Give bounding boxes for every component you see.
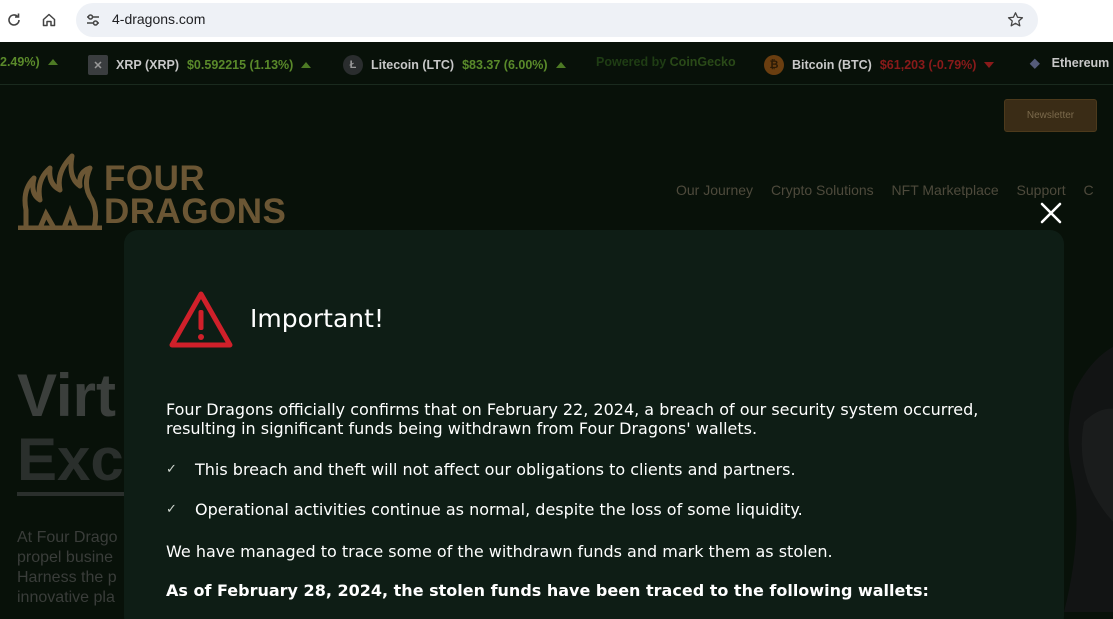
check-item: ✓ Operational activities continue as nor… [166, 500, 803, 519]
home-icon[interactable] [38, 9, 60, 31]
crypto-ticker: 2.49%) ✕ XRP (XRP) $0.592215 (1.13%) Ł L… [0, 42, 1113, 85]
ticker-item[interactable]: 2.49%) [0, 55, 58, 69]
ticker-price: $61,203 (-0.79%) [879, 58, 977, 72]
arrow-up-icon [301, 62, 312, 68]
ethereum-icon: ◆ [1030, 56, 1040, 70]
xrp-coin-icon: ✕ [88, 55, 108, 75]
checkmark-icon: ✓ [166, 502, 177, 517]
powered-prefix: Powered by [596, 55, 667, 69]
ticker-name: Bitcoin (BTC) [792, 58, 872, 72]
ticker-item-btc[interactable]: ₿ Bitcoin (BTC) $61,203 (-0.79%) [764, 55, 995, 75]
ticker-item-eth[interactable]: ◆ Ethereum [1030, 55, 1110, 71]
warning-triangle-icon [168, 290, 234, 354]
modal-intro: Four Dragons officially confirms that on… [166, 400, 979, 438]
check-item-text: This breach and theft will not affect ou… [195, 460, 796, 479]
hero-title-line-2: Exc [17, 426, 124, 493]
trace-text: We have managed to trace some of the wit… [166, 542, 833, 561]
browser-toolbar: 4-dragons.com [0, 0, 1113, 42]
dragon-logo-icon[interactable] [16, 150, 102, 234]
bitcoin-icon: ₿ [764, 55, 784, 75]
powered-by-coingecko[interactable]: Powered by CoinGecko [596, 55, 736, 69]
menu-item-support[interactable]: Support [1017, 182, 1066, 198]
hero-title-line-1: Virt [17, 362, 116, 429]
url-text[interactable]: 4-dragons.com [112, 11, 205, 27]
menu-item-partial[interactable]: C [1083, 182, 1093, 198]
ticker-name: Litecoin (LTC) [371, 58, 455, 72]
dragon-illustration [1064, 346, 1113, 612]
address-bar[interactable]: 4-dragons.com [76, 3, 1038, 37]
main-menu: Our Journey Crypto Solutions NFT Marketp… [676, 182, 1108, 198]
traced-wallets-heading: As of February 28, 2024, the stolen fund… [166, 581, 929, 600]
checkmark-icon: ✓ [166, 462, 177, 477]
bookmark-star-icon[interactable] [1007, 11, 1024, 32]
logo-line-2: DRAGONS [104, 192, 287, 231]
reload-icon[interactable] [3, 9, 25, 31]
arrow-down-icon [984, 62, 995, 68]
arrow-up-icon [555, 62, 566, 68]
logo-line-1: FOUR [104, 159, 206, 198]
ticker-name: XRP (XRP) [116, 58, 179, 72]
ticker-price: $83.37 (6.00%) [462, 58, 548, 72]
ticker-item-ltc[interactable]: Ł Litecoin (LTC) $83.37 (6.00%) [343, 55, 566, 75]
site-settings-icon[interactable] [85, 12, 101, 32]
hero-paragraph: At Four Drago propel busine Harness the … [17, 528, 127, 608]
close-icon[interactable] [1038, 200, 1064, 226]
newsletter-button[interactable]: Newsletter [1004, 99, 1097, 132]
ticker-price: $0.592215 (1.13%) [186, 58, 294, 72]
litecoin-icon: Ł [343, 55, 363, 75]
hero-title: Virt Exc [17, 364, 124, 492]
important-notice-modal: Important! Four Dragons officially confi… [124, 230, 1064, 619]
ticker-item-xrp[interactable]: ✕ XRP (XRP) $0.592215 (1.13%) [88, 55, 312, 75]
modal-title: Important! [250, 304, 384, 333]
powered-brand: CoinGecko [669, 55, 736, 69]
hero-para-line: At Four Drago [17, 529, 118, 546]
check-item-text: Operational activities continue as norma… [195, 500, 803, 519]
hero-para-line: innovative pla [17, 589, 115, 606]
logo-wordmark[interactable]: FOUR DRAGONS [104, 159, 287, 231]
hero-para-line: propel busine [17, 549, 114, 566]
menu-item-nft-marketplace[interactable]: NFT Marketplace [892, 182, 999, 198]
ticker-price: 2.49%) [0, 55, 40, 69]
ticker-name: Ethereum [1051, 55, 1110, 70]
hero-divider [17, 492, 127, 496]
check-item: ✓ This breach and theft will not affect … [166, 460, 796, 479]
menu-item-crypto-solutions[interactable]: Crypto Solutions [771, 182, 874, 198]
arrow-up-icon [47, 59, 58, 65]
menu-item-our-journey[interactable]: Our Journey [676, 182, 753, 198]
website: 2.49%) ✕ XRP (XRP) $0.592215 (1.13%) Ł L… [0, 42, 1113, 619]
hero-para-line: Harness the p [17, 569, 117, 586]
